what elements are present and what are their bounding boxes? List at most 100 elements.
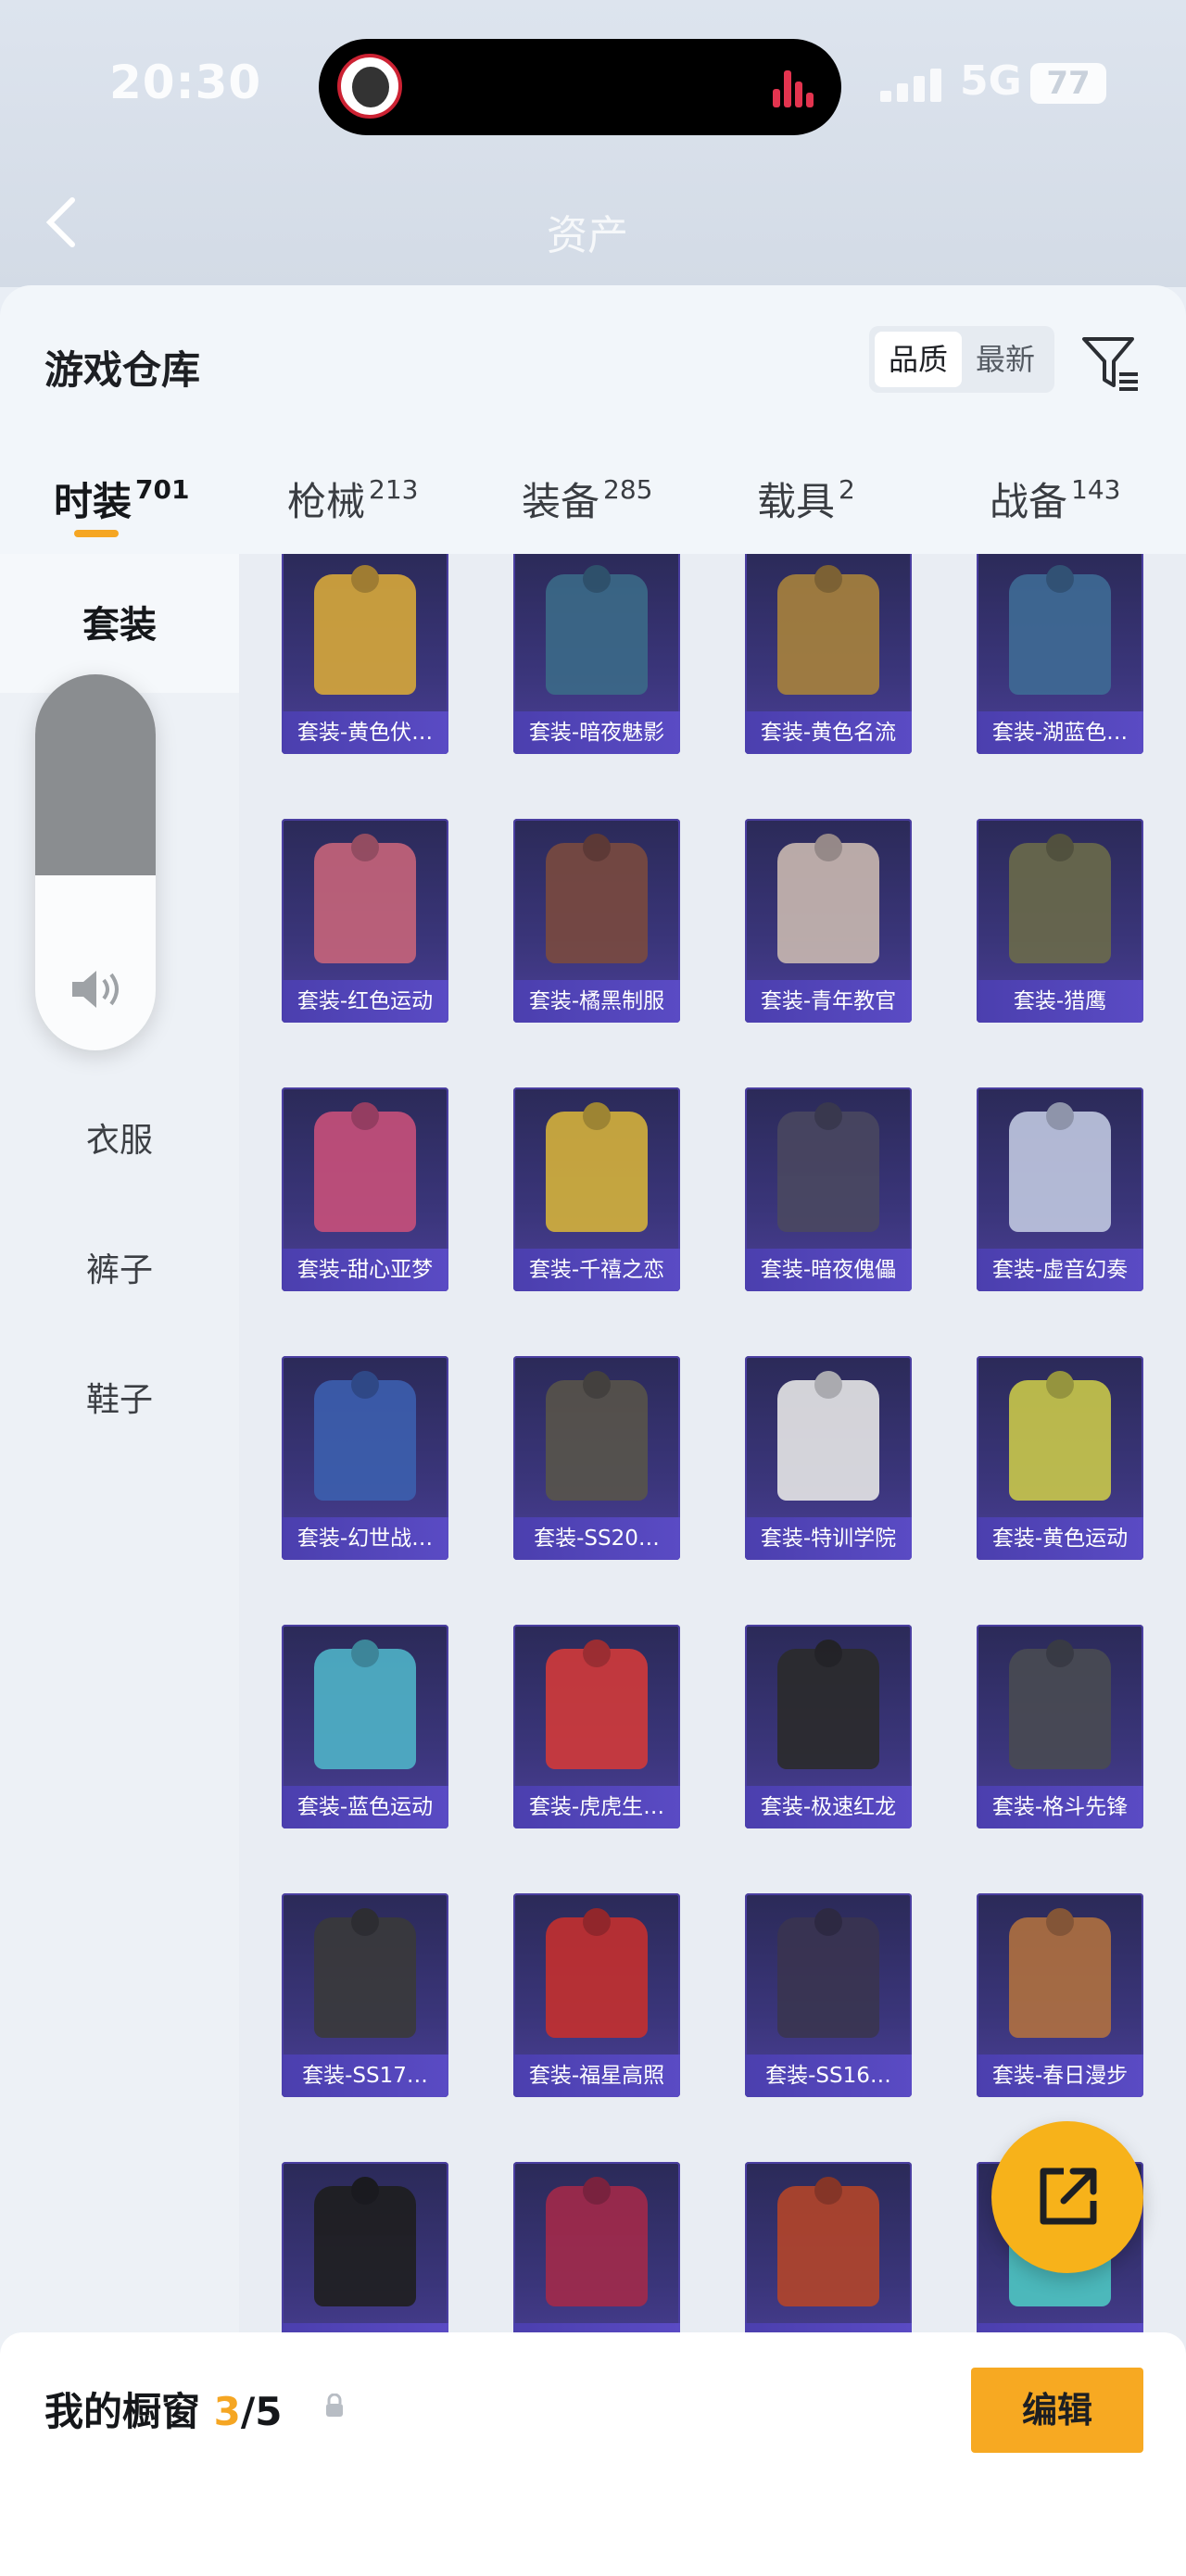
item-name: 套装-格斗先锋 bbox=[977, 1786, 1143, 1828]
item-card[interactable]: 套装-猎鹰 bbox=[977, 819, 1143, 1023]
item-name: 套装-虚音幻奏 bbox=[977, 1249, 1143, 1291]
item-card[interactable]: 套装-特训学院 bbox=[745, 1356, 912, 1560]
filter-icon[interactable] bbox=[1080, 332, 1142, 393]
item-card[interactable]: 套装-黄色名流 bbox=[745, 554, 912, 754]
tab-gear[interactable]: 装备 285 bbox=[522, 471, 652, 527]
item-name: 套装-SS16… bbox=[745, 2055, 912, 2097]
outfit-image bbox=[546, 1649, 648, 1769]
item-name: 套装-幻世战… bbox=[282, 1517, 448, 1560]
outfit-image bbox=[314, 2186, 416, 2306]
item-name: 套装-SS20… bbox=[513, 1517, 680, 1560]
sort-newest-button[interactable]: 最新 bbox=[962, 332, 1049, 387]
item-name: 套装-千禧之恋 bbox=[513, 1249, 680, 1291]
tab-supplies[interactable]: 战备 143 bbox=[990, 471, 1120, 527]
outfit-image bbox=[1009, 1917, 1111, 2038]
item-name: 套装-橘黑制服 bbox=[513, 980, 680, 1023]
active-tab-indicator bbox=[74, 530, 119, 537]
item-name: 套装-湖蓝色… bbox=[977, 711, 1143, 754]
outfit-image bbox=[546, 2186, 648, 2306]
outfit-image bbox=[314, 843, 416, 963]
item-card[interactable]: 套装-SS17… bbox=[282, 1893, 448, 2097]
item-name: 套装-黄色伏… bbox=[282, 711, 448, 754]
item-card[interactable]: 套装-SS20… bbox=[513, 1356, 680, 1560]
volume-hud bbox=[35, 674, 156, 1050]
item-name: 套装-特训学院 bbox=[745, 1517, 912, 1560]
outfit-image bbox=[1009, 1380, 1111, 1501]
item-card[interactable]: 套装-黄色运动 bbox=[977, 1356, 1143, 1560]
item-card[interactable]: 套装-千禧之恋 bbox=[513, 1087, 680, 1291]
item-name: 套装-蓝色运动 bbox=[282, 1786, 448, 1828]
dynamic-island[interactable] bbox=[319, 39, 841, 135]
warehouse-title: 游戏仓库 bbox=[44, 347, 201, 393]
edit-showcase-button[interactable]: 编辑 bbox=[971, 2368, 1143, 2453]
tab-fashion[interactable]: 时装 701 bbox=[54, 471, 189, 527]
outfit-image bbox=[546, 1917, 648, 2038]
back-arrow-icon[interactable] bbox=[43, 195, 80, 250]
external-link-icon bbox=[1040, 2168, 1097, 2225]
subnav-item-pants[interactable]: 裤子 bbox=[0, 1243, 239, 1291]
item-card[interactable]: 套装-虚音幻奏 bbox=[977, 1087, 1143, 1291]
outfit-image bbox=[314, 1112, 416, 1232]
outfit-image bbox=[546, 574, 648, 695]
item-name: 套装-SS17… bbox=[282, 2055, 448, 2097]
sort-toggle: 品质 最新 bbox=[869, 326, 1054, 393]
outfit-image bbox=[777, 843, 879, 963]
outfit-image bbox=[777, 2186, 879, 2306]
item-name: 套装-福星高照 bbox=[513, 2055, 680, 2097]
item-name: 套装-黄色名流 bbox=[745, 711, 912, 754]
item-card[interactable]: 套装-红色运动 bbox=[282, 819, 448, 1023]
outfit-image bbox=[1009, 1649, 1111, 1769]
outfit-image bbox=[1009, 843, 1111, 963]
item-card[interactable]: 套装-湖蓝色… bbox=[977, 554, 1143, 754]
outfit-image bbox=[777, 1649, 879, 1769]
share-button[interactable] bbox=[991, 2121, 1143, 2273]
item-card[interactable]: 套装-福星高照 bbox=[513, 1893, 680, 2097]
item-card[interactable]: 套装-蓝色运动 bbox=[282, 1625, 448, 1828]
tab-vehicles[interactable]: 载具 2 bbox=[757, 471, 855, 527]
item-card[interactable]: 套装-暗夜魅影 bbox=[513, 554, 680, 754]
outfit-image bbox=[1009, 574, 1111, 695]
item-name: 套装-青年教官 bbox=[745, 980, 912, 1023]
page-title: 资产 bbox=[547, 212, 628, 259]
outfit-image bbox=[546, 1380, 648, 1501]
item-card[interactable]: 套装-幻世战… bbox=[282, 1356, 448, 1560]
subnav-item-shoes[interactable]: 鞋子 bbox=[0, 1373, 239, 1421]
item-name: 套装-极速红龙 bbox=[745, 1786, 912, 1828]
speaker-icon bbox=[72, 971, 119, 1008]
outfit-image bbox=[314, 1917, 416, 2038]
item-card[interactable]: 套装-格斗先锋 bbox=[977, 1625, 1143, 1828]
item-card[interactable]: 套装-SS16… bbox=[745, 1893, 912, 2097]
outfit-image bbox=[314, 574, 416, 695]
item-name: 套装-虎虎生… bbox=[513, 1786, 680, 1828]
audio-bars-icon bbox=[773, 67, 814, 107]
item-name: 套装-暗夜傀儡 bbox=[745, 1249, 912, 1291]
item-card[interactable]: 套装-暗夜傀儡 bbox=[745, 1087, 912, 1291]
outfit-image bbox=[1009, 1112, 1111, 1232]
outfit-image bbox=[314, 1380, 416, 1501]
item-name: 套装-猎鹰 bbox=[977, 980, 1143, 1023]
category-tabs: 时装 701 枪械 213 装备 285 载具 2 战备 143 bbox=[0, 452, 1186, 554]
item-card[interactable]: 套装-橘黑制服 bbox=[513, 819, 680, 1023]
volume-level-fill bbox=[35, 674, 156, 875]
live-activity-avatar bbox=[337, 54, 402, 119]
item-card[interactable]: 套装-黄色伏… bbox=[282, 554, 448, 754]
showcase-bar: 我的橱窗 3/5 编辑 bbox=[0, 2332, 1186, 2576]
item-card[interactable]: 套装-虎虎生… bbox=[513, 1625, 680, 1828]
tab-weapons[interactable]: 枪械 213 bbox=[287, 471, 418, 527]
subnav-item-clothes[interactable]: 衣服 bbox=[0, 1113, 239, 1162]
subnav-item-suit[interactable]: 套装 bbox=[0, 595, 239, 648]
outfit-image bbox=[777, 1917, 879, 2038]
item-name: 套装-黄色运动 bbox=[977, 1517, 1143, 1560]
outfit-image bbox=[777, 574, 879, 695]
lock-icon bbox=[326, 2394, 343, 2417]
outfit-image bbox=[777, 1380, 879, 1501]
item-card[interactable]: 套装-甜心亚梦 bbox=[282, 1087, 448, 1291]
sort-quality-button[interactable]: 品质 bbox=[875, 332, 962, 387]
item-card[interactable]: 套装-青年教官 bbox=[745, 819, 912, 1023]
battery-icon: 77 bbox=[1030, 63, 1106, 104]
outfit-image bbox=[314, 1649, 416, 1769]
item-name: 套装-甜心亚梦 bbox=[282, 1249, 448, 1291]
item-card[interactable]: 套装-极速红龙 bbox=[745, 1625, 912, 1828]
item-card[interactable]: 套装-春日漫步 bbox=[977, 1893, 1143, 2097]
status-bar: 20:30 5G 77 资产 bbox=[0, 0, 1186, 287]
